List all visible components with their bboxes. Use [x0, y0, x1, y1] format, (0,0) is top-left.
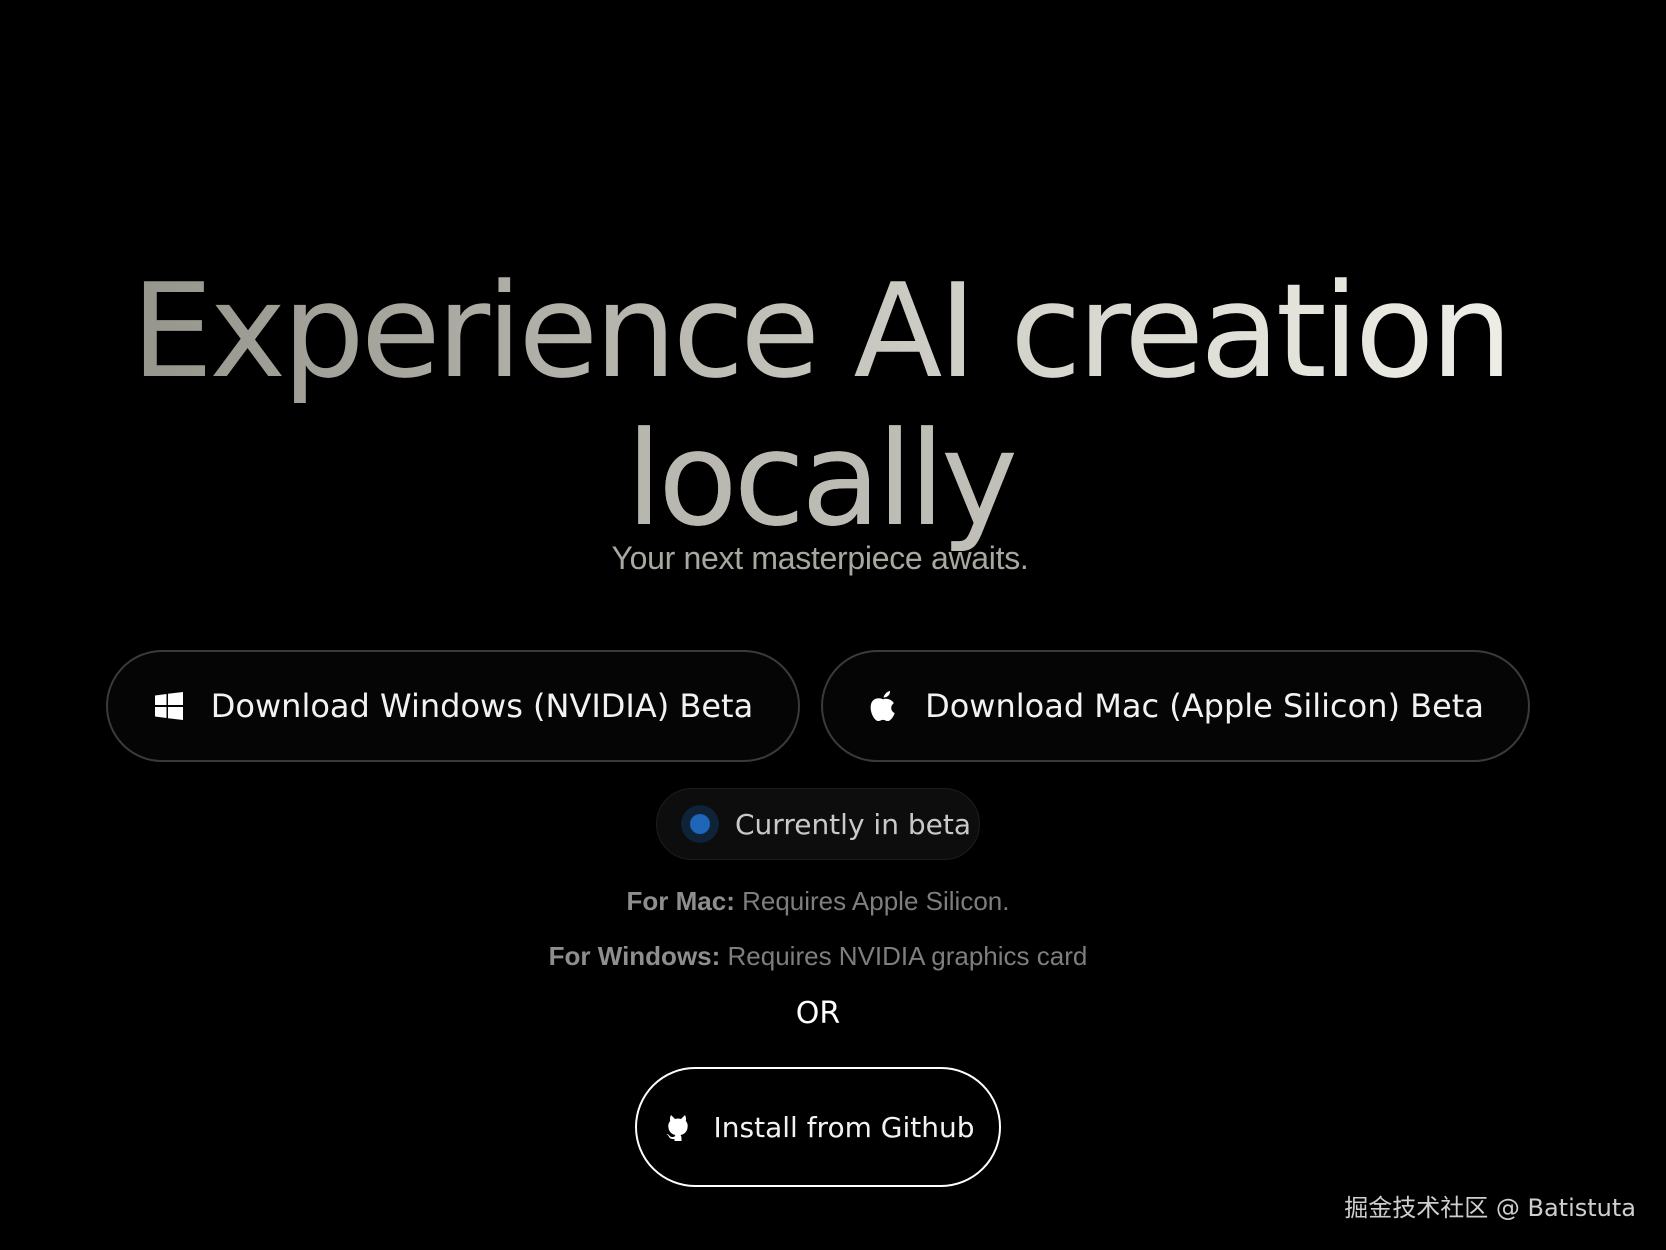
windows-requirement-text: Requires NVIDIA graphics card [720, 941, 1088, 971]
beta-status-badge: Currently in beta [656, 788, 980, 860]
windows-requirement-label: For Windows: [548, 941, 721, 971]
windows-icon [153, 690, 185, 722]
install-github-label: Install from Github [713, 1110, 975, 1144]
hero-heading: Experience AI creation locally [0, 257, 1640, 553]
windows-requirement: For Windows: Requires NVIDIA graphics ca… [0, 941, 1636, 972]
download-windows-label: Download Windows (NVIDIA) Beta [210, 687, 754, 725]
download-mac-button[interactable]: Download Mac (Apple Silicon) Beta [821, 650, 1530, 762]
install-github-button[interactable]: Install from Github [635, 1067, 1001, 1187]
watermark-text: 掘金技术社区 @ Batistuta [1344, 1194, 1636, 1222]
github-icon [662, 1111, 694, 1143]
hero-subtitle: Your next masterpiece awaits. [611, 540, 1029, 576]
apple-icon [867, 690, 899, 722]
mac-requirement: For Mac: Requires Apple Silicon. [0, 886, 1636, 917]
mac-requirement-label: For Mac: [626, 886, 735, 916]
hero-line-1: Experience AI creation [131, 255, 1509, 408]
or-divider: OR [795, 996, 841, 1031]
download-windows-button[interactable]: Download Windows (NVIDIA) Beta [106, 650, 800, 762]
status-dot-icon [681, 805, 719, 843]
hero-line-2: locally [0, 405, 1640, 553]
mac-requirement-text: Requires Apple Silicon. [734, 886, 1010, 916]
beta-status-label: Currently in beta [735, 807, 971, 841]
download-mac-label: Download Mac (Apple Silicon) Beta [925, 687, 1484, 725]
